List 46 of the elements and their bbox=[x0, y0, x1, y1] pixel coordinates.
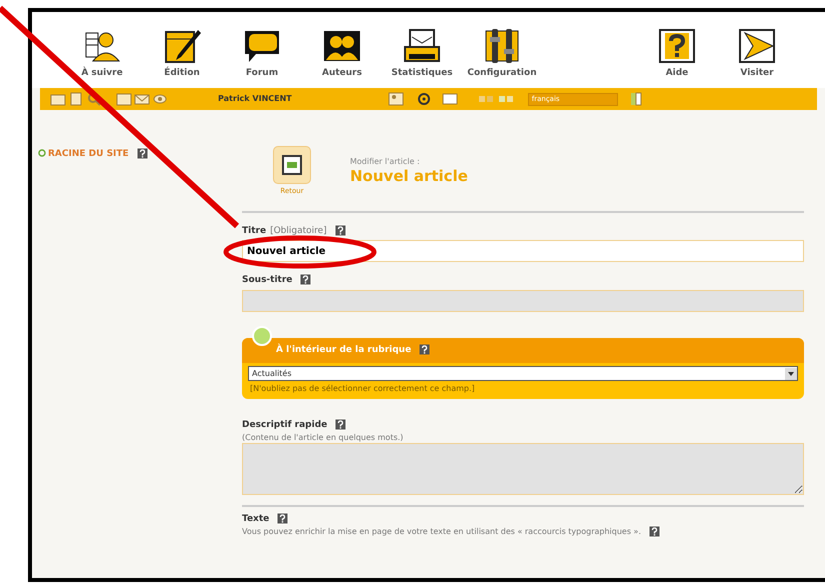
circle-icon bbox=[38, 149, 46, 157]
search-icon[interactable] bbox=[86, 92, 102, 106]
dropdown-icon bbox=[785, 368, 797, 380]
folder-icon[interactable] bbox=[50, 92, 66, 106]
toolbar-button[interactable]: Aide bbox=[637, 20, 717, 88]
toolbar-button[interactable]: Auteurs bbox=[302, 20, 382, 88]
window-icon[interactable] bbox=[442, 92, 458, 106]
image-icon[interactable] bbox=[388, 92, 404, 106]
field-hint: (Contenu de l'article en quelques mots.) bbox=[242, 432, 404, 443]
page-title: Nouvel article bbox=[350, 168, 468, 184]
help-icon[interactable] bbox=[335, 419, 346, 430]
required-note: [Obligatoire] bbox=[270, 226, 327, 236]
envelope-icon[interactable] bbox=[134, 92, 150, 106]
field-label: Texte bbox=[242, 514, 270, 524]
field-label: Titre bbox=[242, 226, 266, 236]
help-icon bbox=[657, 27, 697, 66]
warning-text: [N'oubliez pas de sélectionner correctement ce champ.] bbox=[249, 383, 476, 395]
field-label: Sous-titre bbox=[242, 275, 292, 285]
section-title: À l'intérieur de la rubrique bbox=[276, 344, 412, 354]
ball-icon bbox=[252, 326, 272, 346]
calendar-icon[interactable] bbox=[116, 92, 132, 106]
text-field[interactable]: Nouvel article bbox=[242, 240, 804, 262]
document-icon bbox=[281, 154, 303, 176]
toolbar-button[interactable]: Configuration bbox=[462, 20, 542, 88]
toolbar-button[interactable]: Édition bbox=[142, 20, 222, 88]
eye-icon[interactable] bbox=[152, 92, 168, 106]
toolbar-button[interactable]: Statistiques bbox=[382, 20, 462, 88]
field-hint: Vous pouvez enrichir la mise en page de votre texte en utilisant des « raccourcis typographiques ». bbox=[242, 527, 641, 536]
description-field[interactable] bbox=[242, 442, 804, 495]
text-field[interactable] bbox=[242, 290, 804, 312]
page-subtitle: Modifier l'article : bbox=[350, 156, 421, 168]
toolbar-button[interactable]: Visiter bbox=[717, 20, 797, 88]
help-icon[interactable] bbox=[334, 224, 346, 236]
help-icon[interactable] bbox=[136, 148, 148, 160]
help-icon[interactable] bbox=[419, 344, 430, 355]
toolbar-button[interactable]: À suivre bbox=[62, 20, 142, 88]
select-field[interactable]: Actualités bbox=[248, 366, 798, 381]
pencil-icon bbox=[162, 27, 202, 66]
toolbar-button[interactable]: Forum bbox=[222, 20, 302, 88]
gear-icon[interactable] bbox=[416, 92, 432, 106]
help-icon[interactable] bbox=[649, 526, 660, 538]
user-name: Patrick VINCENT bbox=[218, 93, 292, 105]
help-icon[interactable] bbox=[300, 274, 312, 286]
help-icon[interactable] bbox=[277, 512, 288, 524]
field-label: Descriptif rapide bbox=[242, 420, 328, 430]
page-icon[interactable] bbox=[68, 92, 84, 106]
